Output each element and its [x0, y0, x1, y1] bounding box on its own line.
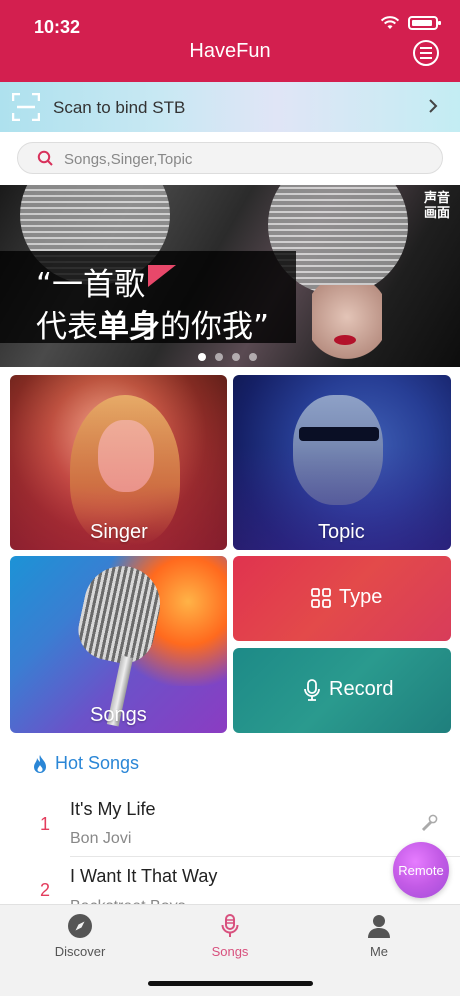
banner-logo: 声音 画面 [424, 191, 451, 221]
tab-label: Songs [211, 944, 249, 959]
banner-pagination [198, 353, 257, 361]
person-icon [368, 915, 390, 938]
pagination-dot[interactable] [249, 353, 257, 361]
status-icons [380, 16, 441, 30]
singer-tile[interactable]: Singer [10, 375, 227, 550]
topic-tile-label: Topic [318, 521, 365, 543]
banner-headline-line2: 代表单身的你我” [36, 309, 270, 345]
type-tile-label: Type [339, 586, 383, 608]
remote-button[interactable]: Remote [393, 842, 449, 898]
banner-triangle [148, 265, 176, 287]
type-tile[interactable]: Type [233, 556, 451, 641]
song-rank: 2 [40, 880, 51, 900]
hot-songs-title: Hot Songs [55, 753, 140, 773]
song-title: I Want It That Way [70, 866, 218, 886]
flame-icon [34, 754, 46, 773]
search-icon [37, 150, 53, 166]
tab-songs[interactable]: Songs [175, 913, 285, 959]
menu-line-icon [420, 57, 432, 59]
record-tile-content: Record [303, 678, 393, 701]
grid-icon [311, 587, 331, 608]
record-tile[interactable]: Record [233, 648, 451, 733]
pagination-dot[interactable] [232, 353, 240, 361]
song-title: It's My Life [70, 799, 156, 819]
microphone-icon [221, 914, 239, 937]
scan-icon [12, 93, 40, 121]
singer-face-image [312, 285, 382, 365]
compass-icon [68, 914, 92, 938]
menu-line-icon [420, 47, 432, 49]
status-time: 10:32 [34, 17, 81, 37]
record-tile-label: Record [329, 678, 394, 700]
topic-tile[interactable]: Topic [233, 375, 451, 550]
songs-tile[interactable]: Songs [10, 556, 227, 733]
battery-icon [408, 16, 441, 30]
menu-line-icon [420, 52, 432, 54]
pagination-dot[interactable] [215, 353, 223, 361]
page-title: HaveFun [189, 40, 271, 62]
promo-banner[interactable]: “一首歌 代表单身的你我” 声音 画面 [0, 185, 460, 367]
search-input[interactable] [64, 147, 424, 171]
search-bar[interactable] [17, 142, 443, 174]
tab-label: Discover [54, 944, 106, 959]
song-rank: 1 [40, 814, 51, 834]
song-artist: Bon Jovi [70, 830, 132, 847]
pagination-dot[interactable] [198, 353, 206, 361]
songs-tile-label: Songs [90, 704, 147, 726]
hot-songs-header: Hot Songs [32, 753, 139, 774]
microphone-icon [304, 678, 320, 701]
wifi-icon [380, 16, 400, 29]
app-header: 10:32 HaveFun [0, 0, 460, 82]
tab-label: Me [369, 944, 389, 959]
sing-mic-icon[interactable] [420, 814, 438, 832]
tab-me[interactable]: Me [324, 913, 434, 959]
banner-headline-line1: “一首歌 [36, 267, 146, 303]
list-item[interactable]: 1 It's My Life Bon Jovi [0, 792, 460, 858]
scan-label: Scan to bind STB [53, 98, 186, 117]
tab-discover[interactable]: Discover [25, 913, 135, 959]
type-tile-content: Type [311, 586, 382, 609]
home-indicator [148, 981, 313, 986]
menu-button[interactable] [413, 40, 439, 66]
singer-tile-label: Singer [90, 521, 148, 543]
chevron-right-icon [429, 99, 438, 113]
lips-image [334, 335, 356, 345]
scan-bind-bar[interactable]: Scan to bind STB [0, 82, 460, 132]
